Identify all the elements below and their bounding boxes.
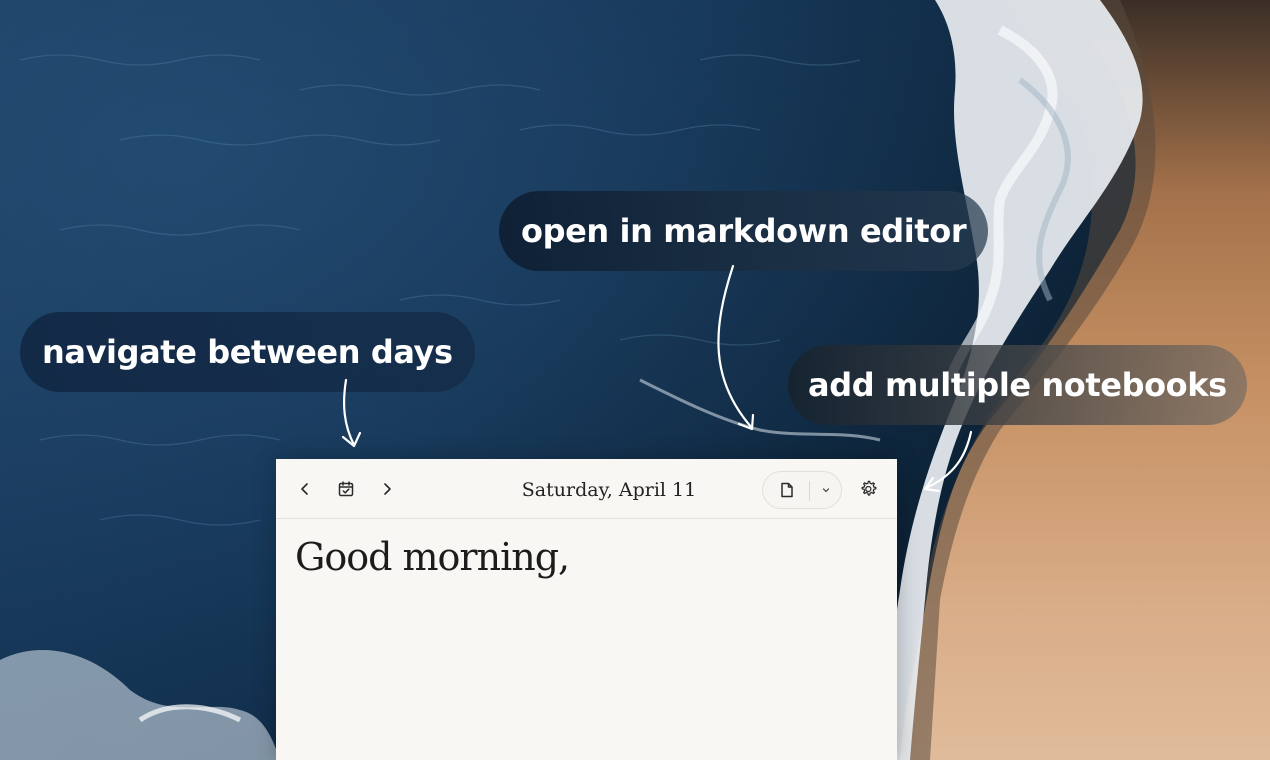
prev-day-button[interactable]	[293, 477, 317, 501]
toolbar: Saturday, April 11	[276, 459, 897, 519]
gear-icon	[861, 480, 877, 496]
document-icon	[781, 482, 793, 498]
journal-window: Saturday, April 11 Good morning,	[276, 459, 897, 760]
chevron-right-icon	[384, 483, 391, 495]
date-title: Saturday, April 11	[521, 479, 697, 501]
notebook-selector	[762, 471, 842, 509]
next-day-button[interactable]	[375, 477, 399, 501]
calendar-check-icon	[338, 481, 354, 497]
chevron-down-icon	[822, 488, 830, 493]
markdown-callout: open in markdown editor	[499, 191, 989, 271]
greeting-heading[interactable]: Good morning,	[295, 535, 570, 579]
chevron-left-icon	[301, 483, 308, 495]
open-markdown-button[interactable]	[775, 478, 799, 502]
navigate-callout: navigate between days	[20, 312, 475, 392]
notebooks-callout: add multiple notebooks	[788, 345, 1247, 425]
selector-divider	[809, 481, 810, 501]
today-button[interactable]	[334, 477, 358, 501]
notebook-dropdown-button[interactable]	[814, 478, 838, 502]
settings-button[interactable]	[857, 477, 881, 501]
